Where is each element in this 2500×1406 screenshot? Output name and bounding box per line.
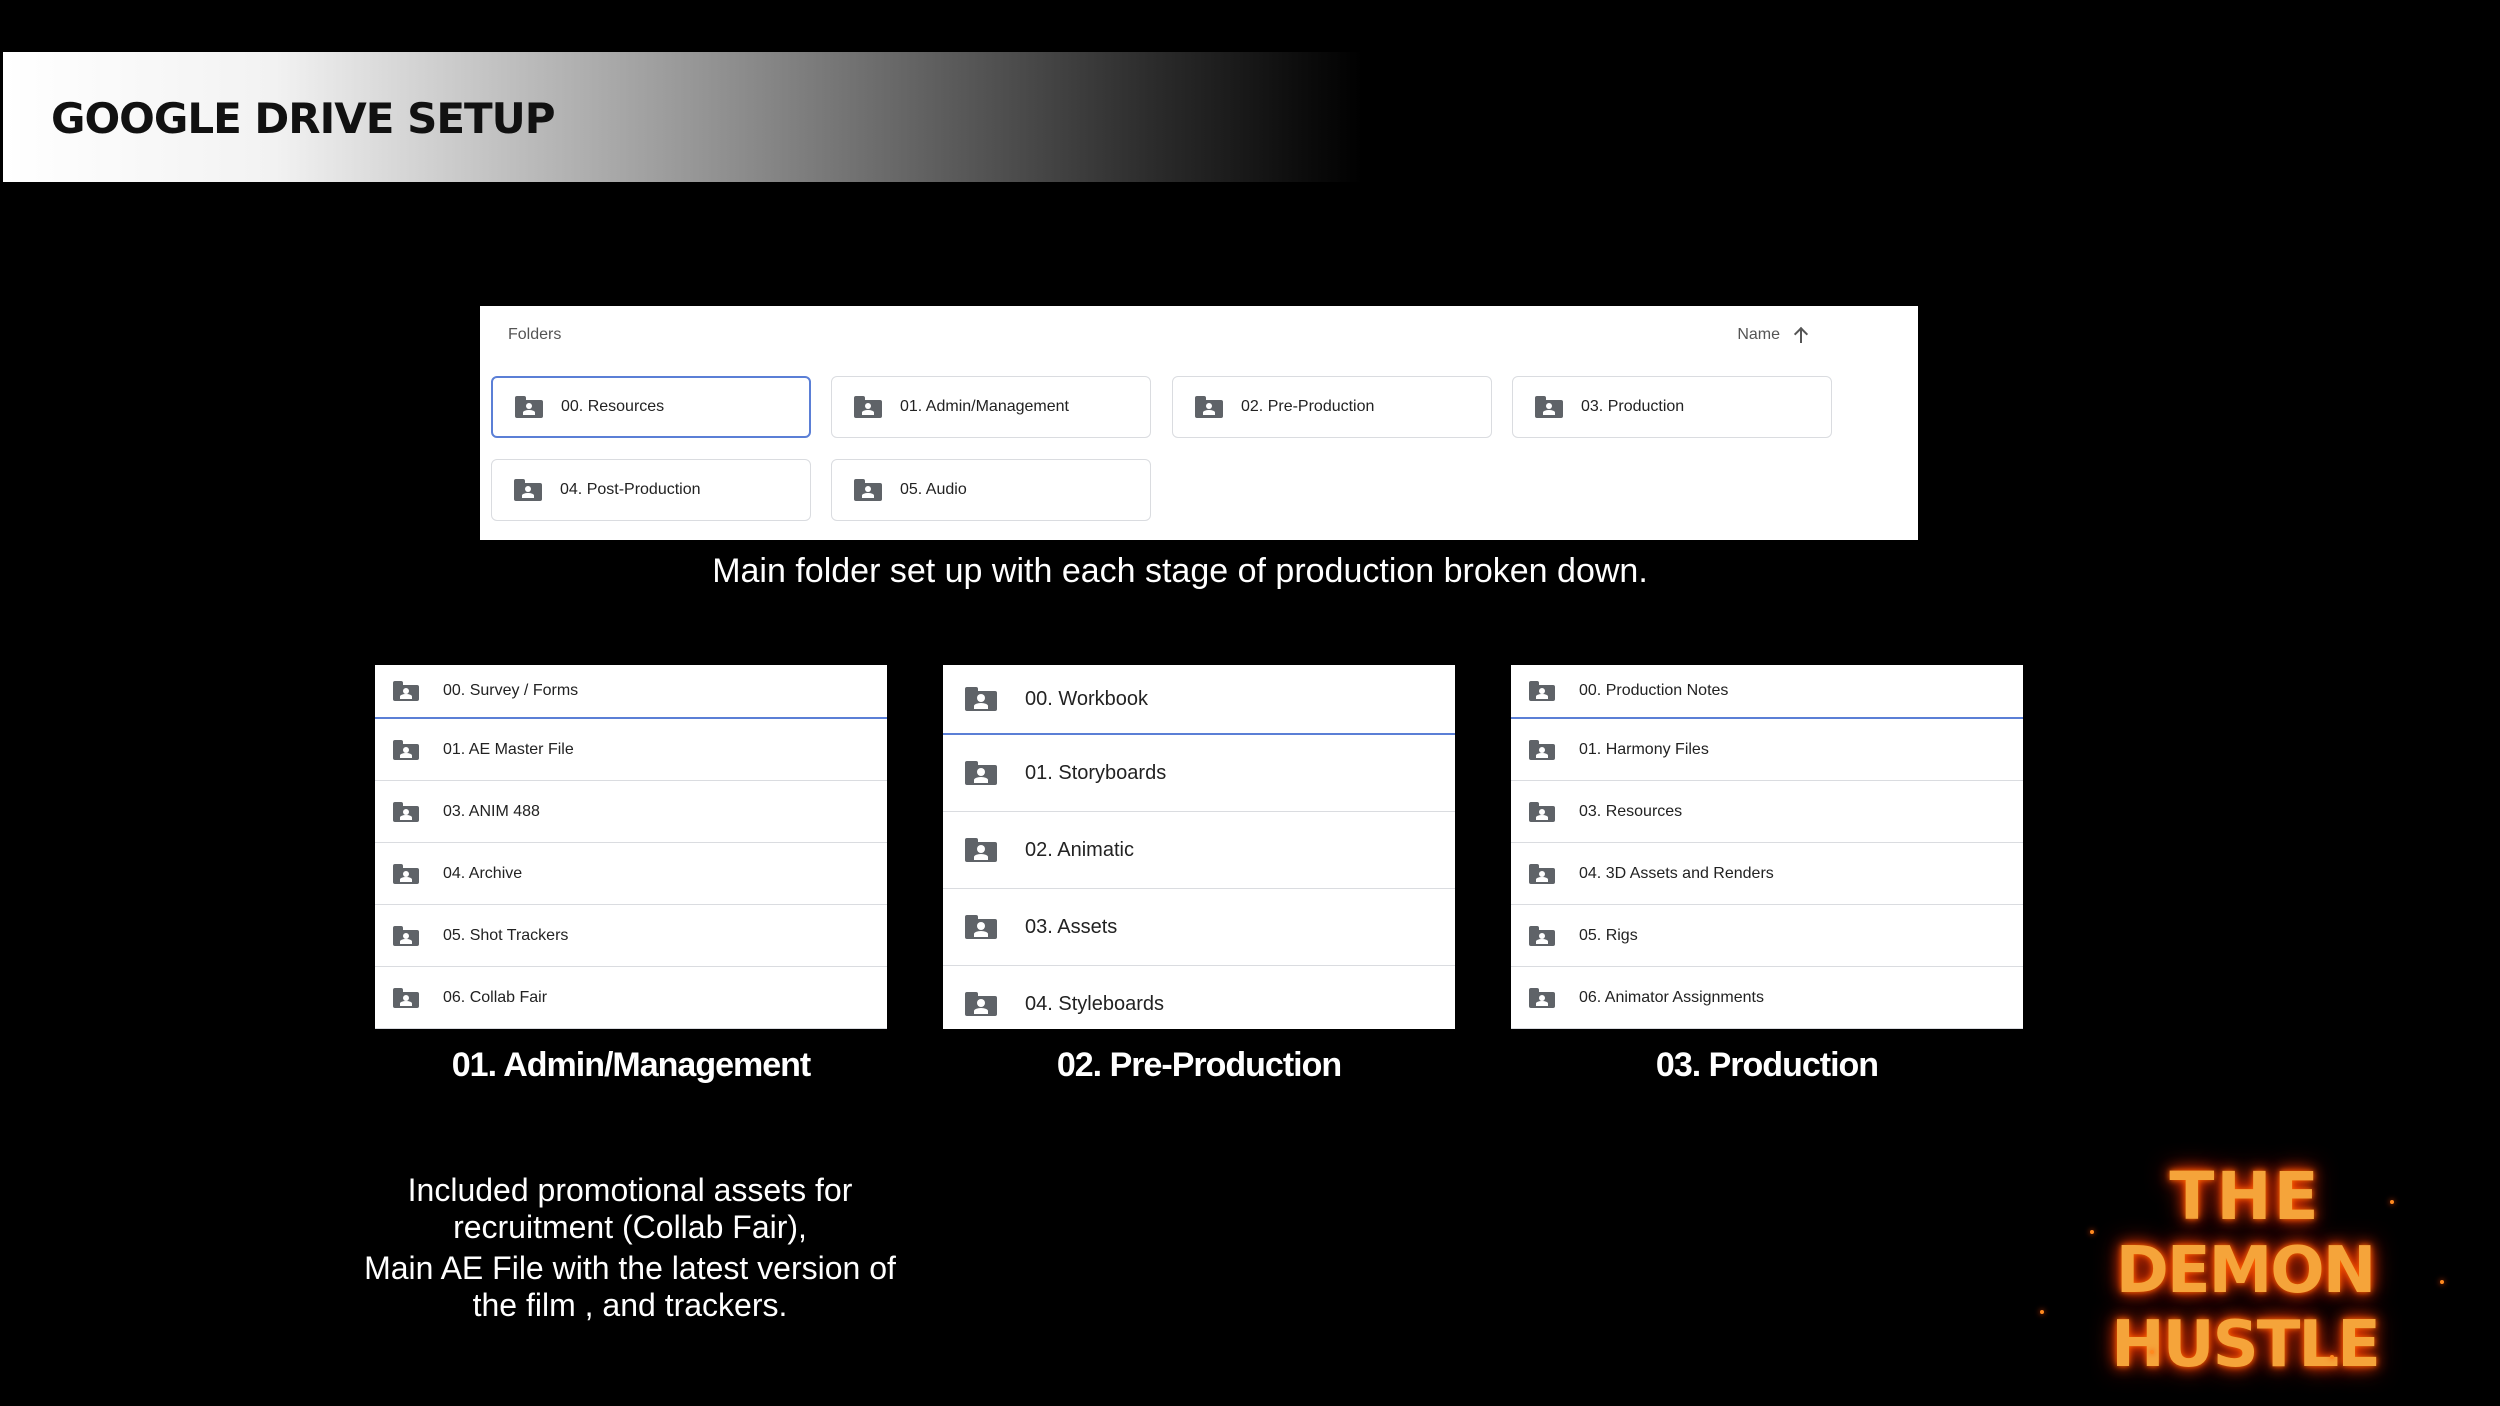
list-item-label: 01. Harmony Files — [1579, 740, 1709, 758]
list-item-label: 04. Styleboards — [1025, 992, 1164, 1015]
list-item-label: 01. AE Master File — [443, 740, 574, 758]
list-item[interactable]: 00. Survey / Forms — [375, 665, 887, 719]
shared-folder-icon — [1529, 925, 1555, 946]
folders-label: Folders — [508, 326, 562, 343]
list-item[interactable]: 06. Animator Assignments — [1511, 967, 2023, 1029]
list-item[interactable]: 06. Collab Fair — [375, 967, 887, 1029]
shared-folder-icon — [1535, 396, 1563, 418]
shared-folder-icon — [393, 863, 419, 884]
list-item[interactable]: 05. Shot Trackers — [375, 905, 887, 967]
shared-folder-icon — [1529, 739, 1555, 760]
list-item-label: 00. Production Notes — [1579, 682, 1729, 699]
list-item-label: 00. Workbook — [1025, 687, 1149, 710]
list-item-label: 03. ANIM 488 — [443, 802, 540, 820]
admin-management-folder-list: 00. Survey / Forms 01. AE Master File 03… — [375, 665, 887, 1029]
shared-folder-icon — [1195, 396, 1223, 418]
shared-folder-icon — [965, 992, 997, 1016]
list-item[interactable]: 03. Assets — [943, 889, 1455, 966]
list-item[interactable]: 04. Archive — [375, 843, 887, 905]
folder-tile-label: 00. Resources — [561, 398, 665, 415]
list-item[interactable]: 03. Resources — [1511, 781, 2023, 843]
shared-folder-icon — [965, 838, 997, 862]
folder-tile-pre-production[interactable]: 02. Pre-Production — [1172, 376, 1492, 438]
list-item[interactable]: 05. Rigs — [1511, 905, 2023, 967]
folder-tile-label: 03. Production — [1581, 398, 1685, 415]
shared-folder-icon — [393, 739, 419, 760]
description-line: the film , and trackers. — [472, 1287, 788, 1323]
drive-folders-panel: Folders Name 00. Resources 01. Admin/Man… — [480, 306, 1918, 540]
logo-line-2: DEMON HUSTLE — [2111, 1234, 2381, 1382]
description-line: Main AE File with the latest version of — [364, 1250, 896, 1286]
folder-tile-post-production[interactable]: 04. Post-Production — [491, 459, 811, 521]
title-banner: GOOGLE DRIVE SETUP — [3, 52, 1363, 182]
shared-folder-icon — [1529, 801, 1555, 822]
list-item-label: 04. 3D Assets and Renders — [1579, 864, 1774, 882]
folder-tile-resources[interactable]: 00. Resources — [491, 376, 811, 438]
folder-tile-admin-management[interactable]: 01. Admin/Management — [831, 376, 1151, 438]
pre-production-folder-list: 00. Workbook 01. Storyboards 02. Animati… — [943, 665, 1455, 1029]
list-item[interactable]: 01. AE Master File — [375, 719, 887, 781]
pre-production-title: 02. Pre-Production — [1056, 1046, 1342, 1084]
shared-folder-icon — [965, 687, 997, 711]
list-item-label: 05. Shot Trackers — [443, 926, 569, 944]
logo-line-1: THE — [2169, 1158, 2321, 1235]
sort-label: Name — [1737, 326, 1780, 343]
list-item[interactable]: 04. 3D Assets and Renders — [1511, 843, 2023, 905]
sort-by-name-button[interactable]: Name — [1737, 326, 1808, 344]
shared-folder-icon — [854, 396, 882, 418]
description-text: Included promotional assets for recruitm… — [340, 1172, 920, 1324]
shared-folder-icon — [965, 761, 997, 785]
shared-folder-icon — [1529, 681, 1555, 701]
production-title: 03. Production — [1655, 1046, 1879, 1084]
folder-tile-label: 02. Pre-Production — [1241, 398, 1375, 415]
list-item-label: 03. Assets — [1025, 915, 1118, 938]
shared-folder-icon — [514, 479, 542, 501]
description-line: recruitment (Collab Fair), — [453, 1209, 807, 1245]
folder-tile-label: 04. Post-Production — [560, 481, 701, 498]
folder-tile-audio[interactable]: 05. Audio — [831, 459, 1151, 521]
shared-folder-icon — [1529, 987, 1555, 1008]
shared-folder-icon — [393, 801, 419, 822]
shared-folder-icon — [1529, 863, 1555, 884]
production-folder-list: 00. Production Notes 01. Harmony Files 0… — [1511, 665, 2023, 1029]
list-item[interactable]: 01. Storyboards — [943, 735, 1455, 812]
list-item-label: 05. Rigs — [1579, 926, 1638, 944]
main-caption: Main folder set up with each stage of pr… — [712, 552, 1648, 590]
shared-folder-icon — [393, 925, 419, 946]
list-item-label: 04. Archive — [443, 864, 523, 882]
folder-tile-label: 05. Audio — [900, 481, 967, 498]
folder-tile-production[interactable]: 03. Production — [1512, 376, 1832, 438]
shared-folder-icon — [854, 479, 882, 501]
admin-management-title: 01. Admin/Management — [451, 1046, 811, 1084]
list-item[interactable]: 01. Harmony Files — [1511, 719, 2023, 781]
list-item[interactable]: 04. Styleboards — [943, 966, 1455, 1029]
arrow-up-icon — [1794, 327, 1808, 343]
list-item[interactable]: 03. ANIM 488 — [375, 781, 887, 843]
description-line: Included promotional assets for — [407, 1172, 853, 1208]
list-item-label: 06. Collab Fair — [443, 988, 548, 1006]
shared-folder-icon — [393, 681, 419, 701]
list-item[interactable]: 00. Workbook — [943, 665, 1455, 735]
shared-folder-icon — [393, 987, 419, 1008]
list-item[interactable]: 02. Animatic — [943, 812, 1455, 889]
demon-hustle-logo: THE DEMON HUSTLE — [2030, 1158, 2460, 1382]
list-item[interactable]: 00. Production Notes — [1511, 665, 2023, 719]
list-item-label: 02. Animatic — [1025, 838, 1134, 861]
list-item-label: 06. Animator Assignments — [1579, 988, 1764, 1006]
list-item-label: 01. Storyboards — [1025, 761, 1167, 784]
shared-folder-icon — [515, 396, 543, 418]
folder-tile-label: 01. Admin/Management — [900, 398, 1069, 415]
list-item-label: 00. Survey / Forms — [443, 682, 579, 699]
page-title: GOOGLE DRIVE SETUP — [51, 94, 556, 143]
list-item-label: 03. Resources — [1579, 802, 1683, 820]
shared-folder-icon — [965, 915, 997, 939]
